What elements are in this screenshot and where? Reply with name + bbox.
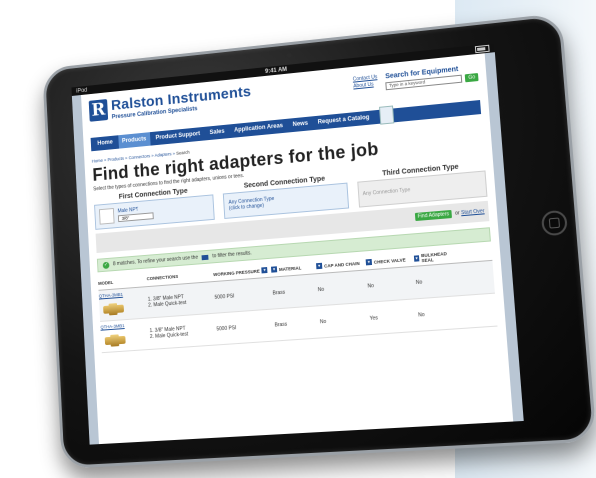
breadcrumb-products[interactable]: Products: [107, 156, 124, 162]
nav-item-application-areas[interactable]: Application Areas: [230, 119, 287, 138]
filter-icon: [201, 254, 209, 260]
column-header-model: MODEL: [98, 279, 114, 286]
nav-item-product-support[interactable]: Product Support: [151, 127, 204, 146]
bulkhead-cell: No: [417, 311, 425, 319]
connection-thumbnail-icon: [98, 207, 115, 225]
second-connection: Second Connection Type Any Connection Ty…: [223, 174, 349, 219]
column-header-material: ▾ MATERIAL: [270, 264, 302, 273]
connections-cell: 1. 3/8" Male NPT 2. Male Quick-test: [147, 293, 187, 309]
model-link[interactable]: QTHA-3MB1: [99, 290, 148, 299]
about-us-link[interactable]: About Us: [353, 81, 378, 90]
header-right: Contact Us About Us Search for Equipment…: [353, 64, 479, 93]
bulkhead-cell: No: [415, 278, 423, 286]
tablet-screen: iPod 9:41 AM R Ralston Instruments Press…: [71, 43, 524, 445]
nav-item-home[interactable]: Home: [93, 135, 116, 151]
breadcrumb-current: Search: [176, 149, 190, 156]
filter-cap-button[interactable]: ▾: [316, 262, 323, 270]
find-adapters-button[interactable]: Find Adapters: [414, 209, 453, 222]
web-page: R Ralston Instruments Pressure Calibrati…: [71, 52, 524, 445]
cap-chain-cell: No: [317, 286, 325, 293]
carrier-label: iPod: [76, 87, 88, 95]
header-links: Contact Us About Us: [353, 74, 379, 93]
battery-icon: [474, 44, 490, 54]
catalog-icon[interactable]: [378, 105, 394, 125]
check-icon: ✓: [102, 261, 110, 269]
nav-item-request-catalog[interactable]: Request a Catalog: [313, 110, 373, 130]
cap-chain-cell: No: [319, 318, 327, 325]
nav-item-news[interactable]: News: [288, 116, 312, 132]
column-header-working-pressure: WORKING PRESSURE ▾: [213, 265, 272, 279]
breadcrumb-connectors[interactable]: Connectors: [129, 153, 151, 160]
model-link[interactable]: QTHA-3MB1: [100, 321, 149, 330]
tablet-device: iPod 9:41 AM R Ralston Instruments Press…: [42, 12, 596, 469]
adapter-image[interactable]: [99, 300, 128, 318]
model-cell: QTHA-3MB1: [100, 321, 150, 349]
filter-bulkhead-button[interactable]: ▾: [413, 255, 420, 262]
nav-item-products[interactable]: Products: [117, 132, 151, 149]
column-header-check-valve: ▾ CHECK VALVE: [365, 256, 406, 266]
or-label: or: [454, 210, 460, 217]
pressure-cell: 5000 PSI: [216, 324, 237, 332]
first-connection: First Connection Type Male NPT 3/8": [94, 186, 216, 230]
pressure-cell: 5000 PSI: [214, 292, 235, 301]
breadcrumb-home[interactable]: Home: [92, 158, 103, 164]
filter-check-button[interactable]: ▾: [365, 258, 373, 266]
column-header-bulkhead-seal: ▾ BULKHEAD SEAL: [413, 251, 448, 264]
search-block: Search for Equipment Type in a keyword G…: [385, 64, 479, 91]
material-cell: Brass: [274, 321, 288, 328]
search-go-button[interactable]: Go: [465, 73, 479, 83]
third-connection: Third Connection Type Any Connection Typ…: [356, 161, 488, 208]
nav-item-sales[interactable]: Sales: [205, 125, 228, 141]
or-text: or Start Over: [455, 208, 485, 217]
results-count-tail: to filter the results.: [212, 250, 252, 260]
third-connection-value: Any Connection Type: [362, 187, 411, 198]
material-cell: Brass: [272, 289, 286, 297]
scene: iPod 9:41 AM R Ralston Instruments Press…: [0, 0, 596, 478]
filter-material-button[interactable]: ▾: [270, 266, 278, 273]
home-button[interactable]: [540, 209, 569, 237]
adapter-image[interactable]: [101, 332, 130, 350]
connections-cell: 1. 3/8" Male NPT 2. Male Quick-test: [149, 325, 189, 340]
column-header-cap-chain: ▾ CAP AND CHAIN: [316, 260, 360, 270]
camera-icon: [286, 52, 292, 59]
logo-icon: R: [88, 99, 109, 122]
check-valve-cell: No: [367, 282, 375, 290]
filter-pressure-button[interactable]: ▾: [261, 267, 268, 274]
check-valve-cell: Yes: [369, 314, 379, 322]
start-over-link[interactable]: Start Over: [461, 208, 485, 216]
page-content: R Ralston Instruments Pressure Calibrati…: [81, 53, 514, 445]
results-count-text: 8 matches. To refine your search use the: [112, 254, 199, 268]
breadcrumb-adapters[interactable]: Adapters: [154, 151, 171, 157]
model-cell: QTHA-3MB1: [99, 290, 149, 318]
